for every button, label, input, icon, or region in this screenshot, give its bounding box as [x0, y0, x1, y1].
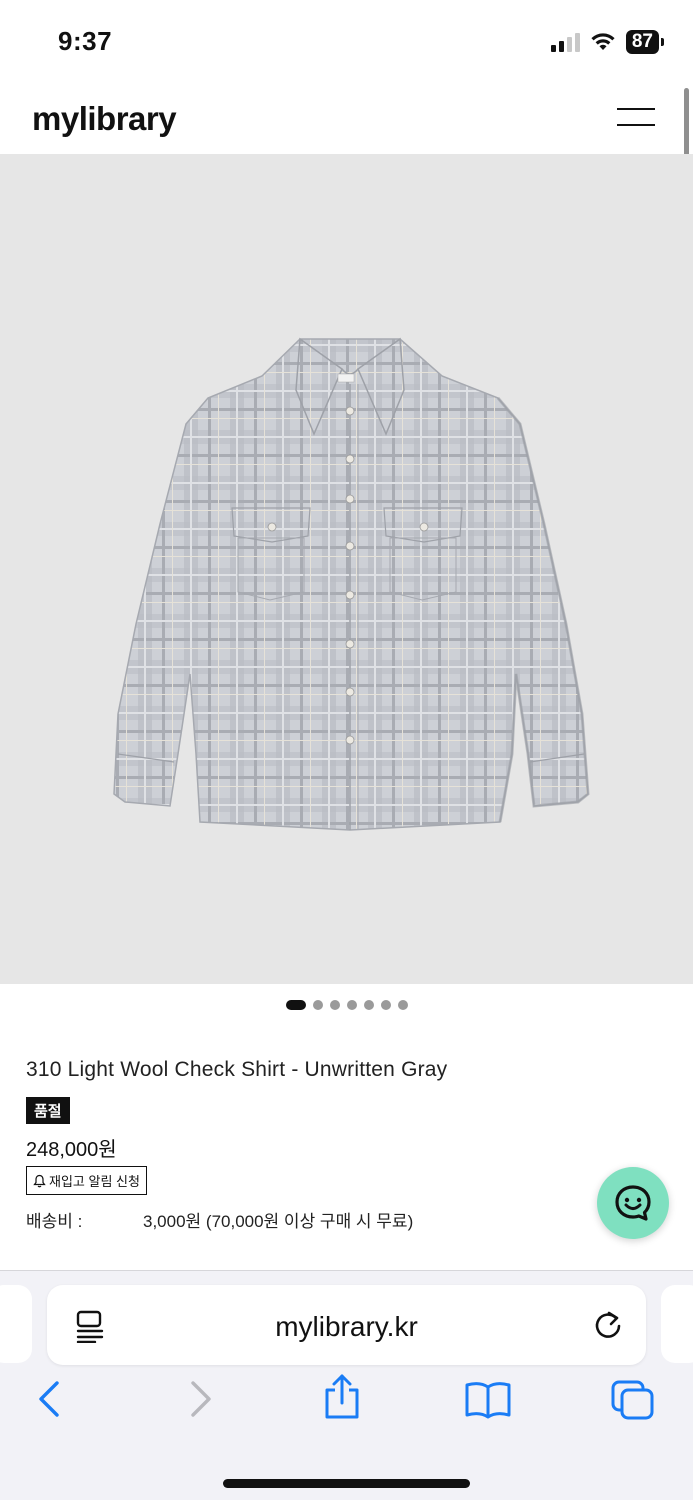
carousel-dot[interactable]	[285, 1000, 306, 1010]
shipping-info: 배송비 : 3,000원 (70,000원 이상 구매 시 무료)	[26, 1207, 413, 1232]
product-title: 310 Light Wool Check Shirt - Unwritten G…	[26, 1058, 448, 1081]
product-image[interactable]	[0, 154, 693, 984]
wifi-icon	[591, 33, 615, 50]
battery-indicator: 87	[625, 30, 665, 54]
home-indicator[interactable]	[223, 1479, 470, 1488]
chat-icon	[615, 1185, 651, 1221]
next-tab-preview[interactable]	[661, 1285, 693, 1363]
menu-icon[interactable]	[617, 106, 655, 128]
status-time: 9:37	[58, 26, 113, 56]
address-bar[interactable]: mylibrary.kr	[47, 1285, 646, 1365]
carousel-dot[interactable]	[329, 1000, 340, 1010]
tabs-icon[interactable]	[610, 1379, 656, 1421]
shirt-illustration	[113, 337, 590, 831]
shipping-label: 배송비 :	[26, 1212, 83, 1231]
restock-alert-label: 재입고 알림 신청	[49, 1174, 140, 1189]
carousel-dot[interactable]	[363, 1000, 374, 1010]
status-bar: 9:37 87	[0, 0, 693, 80]
carousel-dots	[0, 1000, 693, 1010]
restock-alert-button[interactable]: 재입고 알림 신청	[26, 1166, 147, 1195]
browser-toolbar	[0, 1374, 693, 1439]
url-text[interactable]: mylibrary.kr	[47, 1311, 646, 1343]
carousel-dot[interactable]	[312, 1000, 323, 1010]
forward-icon[interactable]	[186, 1379, 214, 1419]
carousel-dot[interactable]	[380, 1000, 391, 1010]
back-icon[interactable]	[36, 1379, 64, 1419]
browser-bar: mylibrary.kr	[0, 1270, 693, 1500]
soldout-badge: 품절	[26, 1097, 70, 1124]
product-price: 248,000원	[26, 1139, 117, 1161]
carousel-dot[interactable]	[346, 1000, 357, 1010]
bookmarks-icon[interactable]	[464, 1379, 512, 1419]
site-logo[interactable]: mylibrary	[32, 100, 177, 138]
bell-icon	[33, 1174, 46, 1187]
site-header: mylibrary	[0, 80, 693, 154]
carousel-dot[interactable]	[397, 1000, 408, 1010]
reload-icon[interactable]	[592, 1309, 624, 1341]
chat-button[interactable]	[597, 1167, 669, 1239]
cellular-signal-icon	[550, 32, 580, 52]
previous-tab-preview[interactable]	[0, 1285, 32, 1363]
share-icon[interactable]	[322, 1373, 362, 1421]
shipping-value: 3,000원 (70,000원 이상 구매 시 무료)	[143, 1212, 414, 1231]
status-icons: 87	[550, 30, 665, 54]
